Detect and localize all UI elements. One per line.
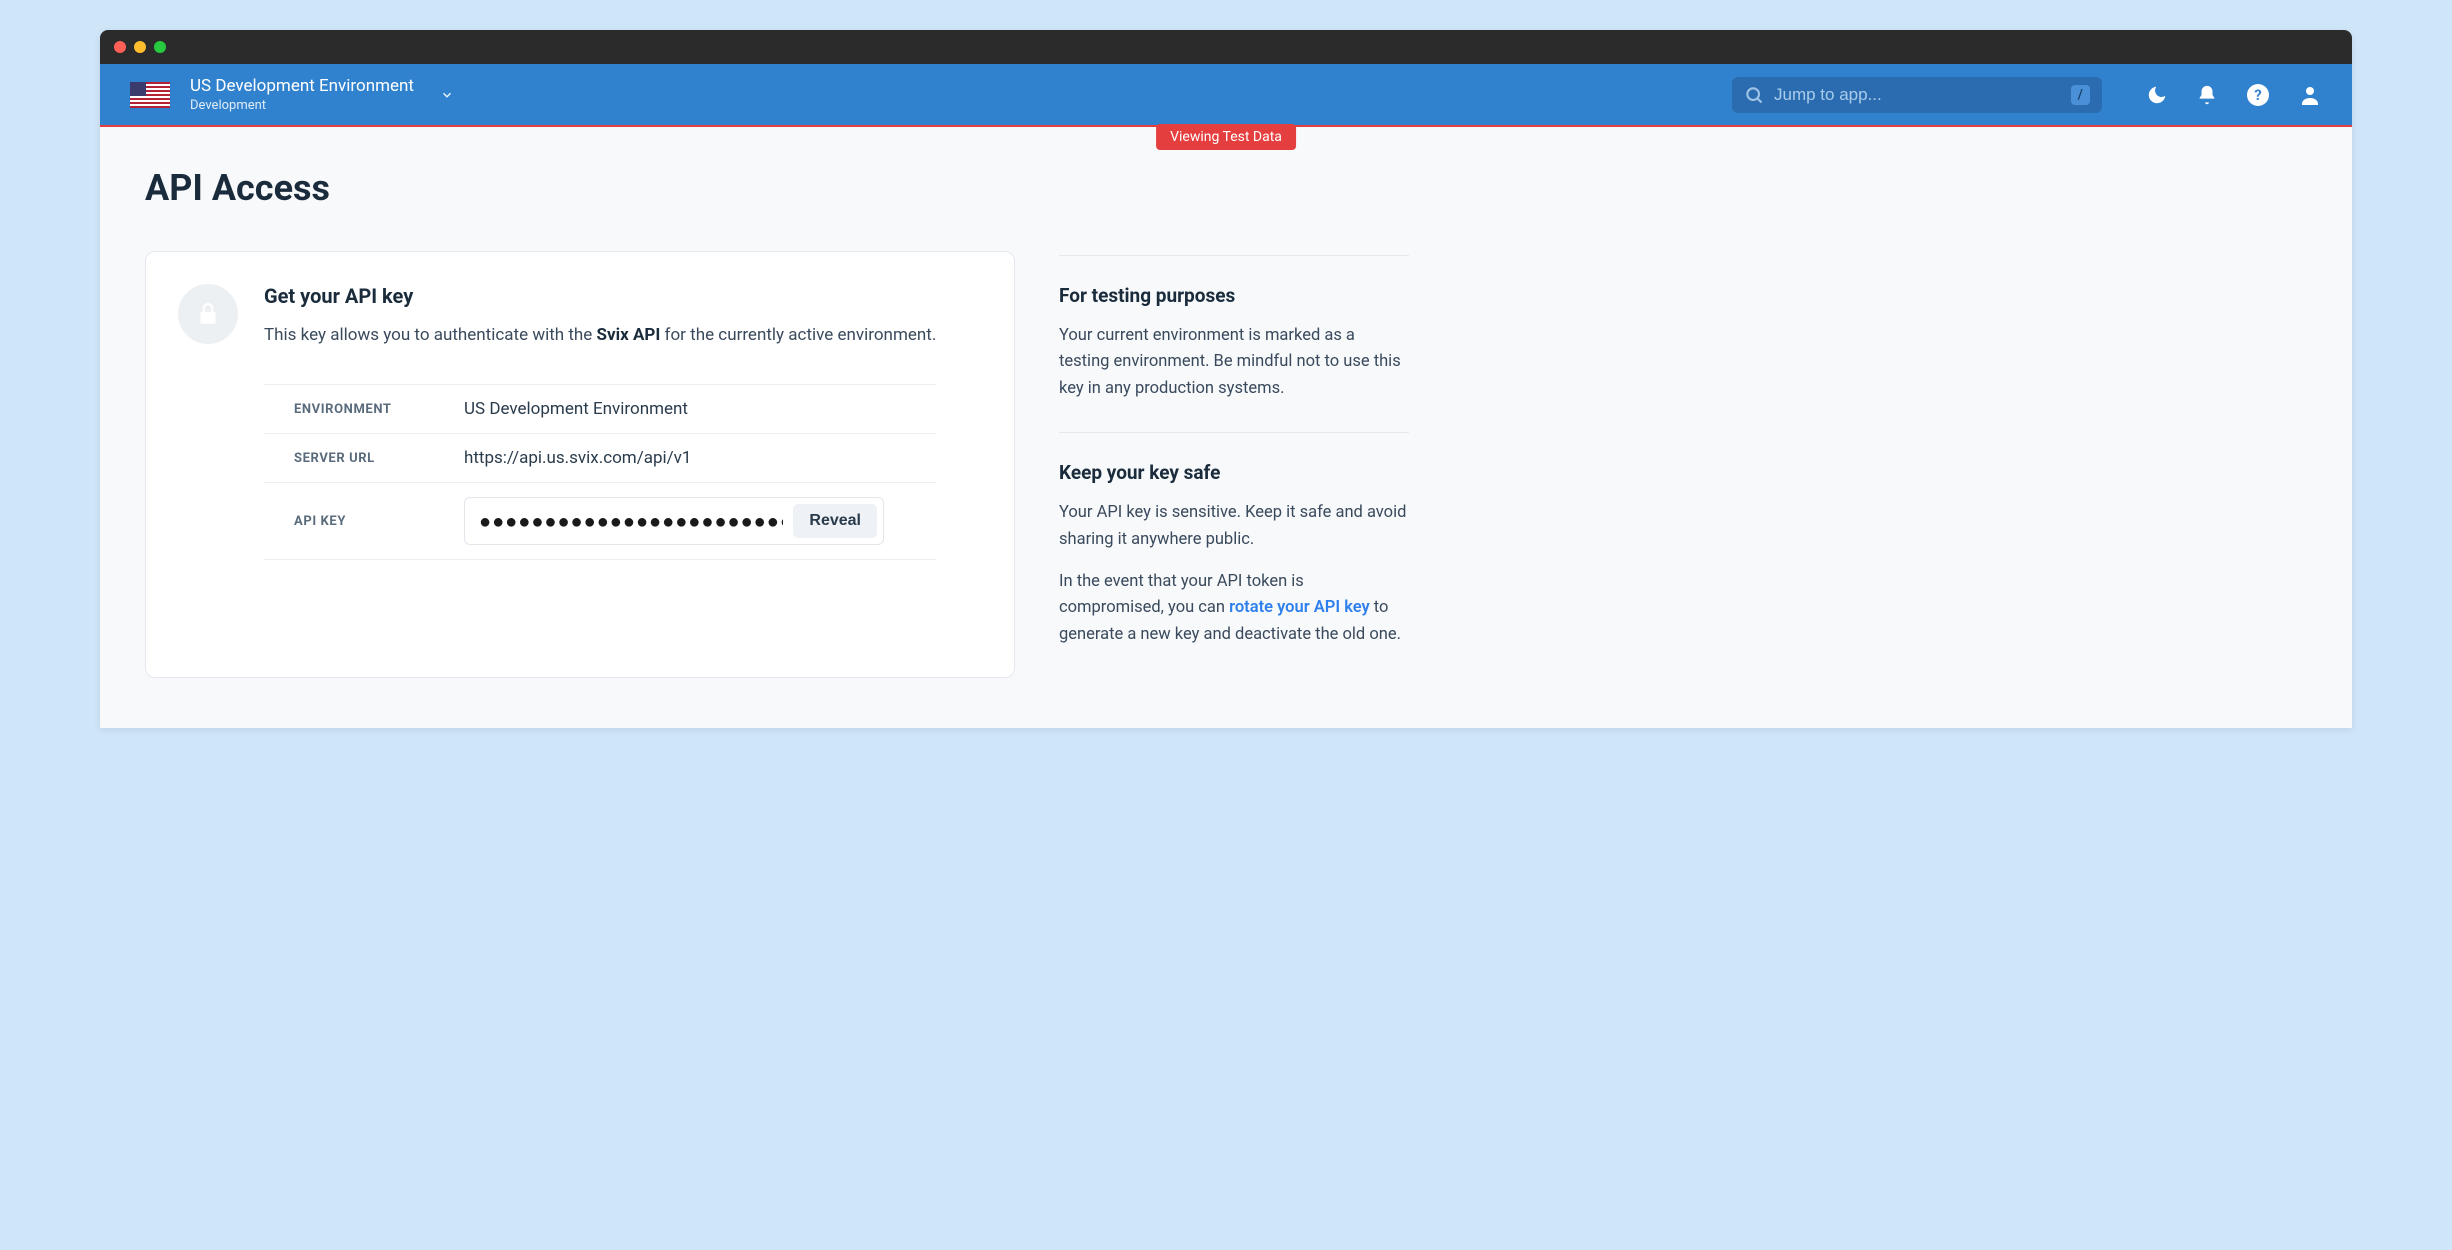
app-window: US Development Environment Development /… [100,30,2352,728]
test-data-bar: Viewing Test Data [100,125,2352,127]
environment-selector[interactable]: US Development Environment Development [190,76,414,113]
sidebar-info: For testing purposes Your current enviro… [1059,251,1409,678]
environment-type: Development [190,98,414,113]
page-content: API Access Get your API key This key all… [100,127,2352,728]
dark-mode-toggle[interactable] [2146,84,2168,106]
search-input[interactable] [1774,85,2061,105]
environment-value: US Development Environment [464,399,936,419]
notifications-button[interactable] [2196,84,2218,106]
reveal-button[interactable]: Reveal [793,504,877,538]
profile-button[interactable] [2298,83,2322,107]
test-data-badge: Viewing Test Data [1156,124,1296,150]
safe-p2: In the event that your API token is comp… [1059,569,1409,648]
server-url-row: SERVER URL https://api.us.svix.com/api/v… [264,434,936,483]
testing-title: For testing purposes [1059,284,1409,307]
maximize-window-button[interactable] [154,41,166,53]
environment-label: ENVIRONMENT [264,402,464,417]
testing-body: Your current environment is marked as a … [1059,323,1409,402]
help-button[interactable]: ? [2246,83,2270,107]
keep-key-safe-section: Keep your key safe Your API key is sensi… [1059,432,1409,678]
search-icon [1744,85,1764,105]
api-key-card: Get your API key This key allows you to … [145,251,1015,678]
api-key-field: ●●●●●●●●●●●●●●●●●●●●●●●●●●● Reveal [464,497,884,545]
rotate-key-link[interactable]: rotate your API key [1229,598,1370,617]
safe-p1: Your API key is sensitive. Keep it safe … [1059,500,1409,553]
safe-title: Keep your key safe [1059,461,1409,484]
card-description: This key allows you to authenticate with… [264,322,936,348]
api-key-label: API KEY [264,514,464,529]
chevron-down-icon[interactable] [440,88,454,102]
page-title: API Access [145,167,2307,209]
server-url-value: https://api.us.svix.com/api/v1 [464,448,936,468]
api-key-masked: ●●●●●●●●●●●●●●●●●●●●●●●●●●● [479,509,783,534]
minimize-window-button[interactable] [134,41,146,53]
app-header: US Development Environment Development /… [100,64,2352,125]
svg-text:?: ? [2254,86,2261,104]
window-titlebar [100,30,2352,64]
card-title: Get your API key [264,284,936,308]
environment-name: US Development Environment [190,76,414,96]
server-url-label: SERVER URL [264,451,464,466]
us-flag-icon [130,82,170,108]
api-details-table: ENVIRONMENT US Development Environment S… [264,384,936,560]
testing-purposes-section: For testing purposes Your current enviro… [1059,255,1409,432]
lock-icon [178,284,238,344]
environment-row: ENVIRONMENT US Development Environment [264,384,936,434]
api-key-row: API KEY ●●●●●●●●●●●●●●●●●●●●●●●●●●● Reve… [264,483,936,560]
close-window-button[interactable] [114,41,126,53]
search-bar[interactable]: / [1732,77,2102,113]
search-shortcut-badge: / [2071,85,2090,105]
